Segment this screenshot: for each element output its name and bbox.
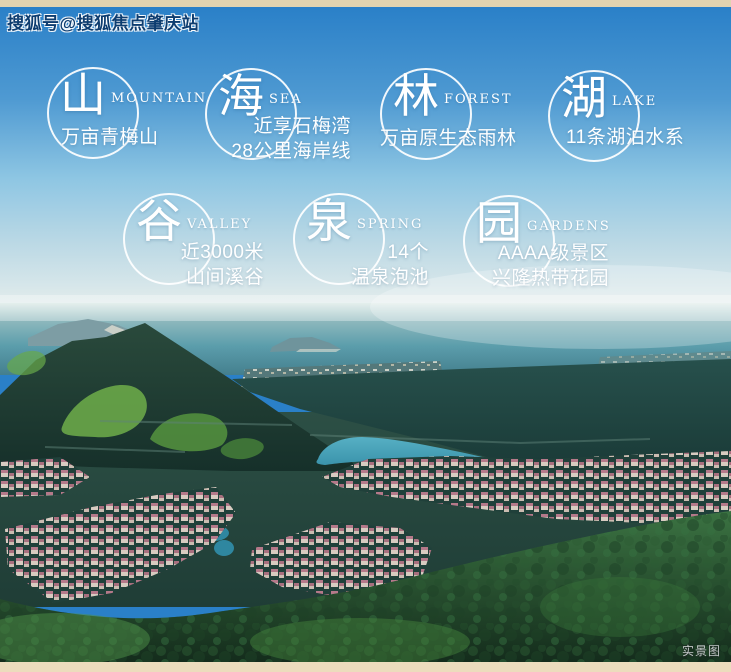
badge-desc-line: 11条湖泊水系 <box>566 125 684 150</box>
badge-description: 近享石梅湾 28公里海岸线 <box>205 114 351 164</box>
island-beach <box>296 349 341 352</box>
badge-desc-line: 万亩原生态雨林 <box>380 126 517 151</box>
badge-desc-line: 温泉泡池 <box>293 265 429 290</box>
top-border-strip <box>0 0 731 7</box>
sohu-account-watermark: 搜狐号@搜狐焦点肇庆站 <box>7 9 199 34</box>
badge-character: 林 <box>390 70 442 122</box>
promo-page: 搜狐号@搜狐焦点肇庆站 山 MOUNTAIN 万亩青梅山 海 SEA 近享石梅湾… <box>0 0 731 672</box>
badge-desc-line: 28公里海岸线 <box>205 139 351 164</box>
badge-description: 14个 温泉泡池 <box>293 240 429 290</box>
badge-desc-line: 万亩青梅山 <box>61 125 159 150</box>
badge-description: AAAA级景区 兴隆热带花园 <box>463 241 609 291</box>
badge-description: 万亩原生态雨林 <box>380 126 517 151</box>
badge-desc-line: 兴隆热带花园 <box>463 266 609 291</box>
badge-english-label: VALLEY <box>187 217 252 232</box>
badge-english-label: LAKE <box>612 94 657 109</box>
badge-english-label: GARDENS <box>527 219 611 234</box>
feature-badge-lake: 湖 LAKE 11条湖泊水系 <box>548 70 731 190</box>
badge-description: 万亩青梅山 <box>61 125 159 150</box>
badge-character: 湖 <box>558 72 610 124</box>
badge-desc-line: 14个 <box>293 240 429 265</box>
badge-desc-line: 近3000米 <box>123 240 264 265</box>
badge-desc-line: 近享石梅湾 <box>205 114 351 139</box>
badge-desc-line: AAAA级景区 <box>463 241 609 266</box>
badge-english-label: MOUNTAIN <box>111 91 207 106</box>
badge-description: 11条湖泊水系 <box>566 125 684 150</box>
forest-highlight <box>540 577 700 637</box>
badge-english-label: FOREST <box>444 92 513 107</box>
badge-desc-line: 山间溪谷 <box>123 265 264 290</box>
bottom-border-strip <box>0 662 731 672</box>
badge-english-label: SEA <box>269 92 303 107</box>
badge-character: 山 <box>57 69 109 121</box>
photo-label-watermark: 实景图 <box>682 642 721 659</box>
badge-english-label: SPRING <box>357 217 423 232</box>
badge-description: 近3000米 山间溪谷 <box>123 240 264 290</box>
pond <box>214 540 234 556</box>
feature-badge-gardens: 园 GARDENS AAAA级景区 兴隆热带花园 <box>463 195 693 315</box>
